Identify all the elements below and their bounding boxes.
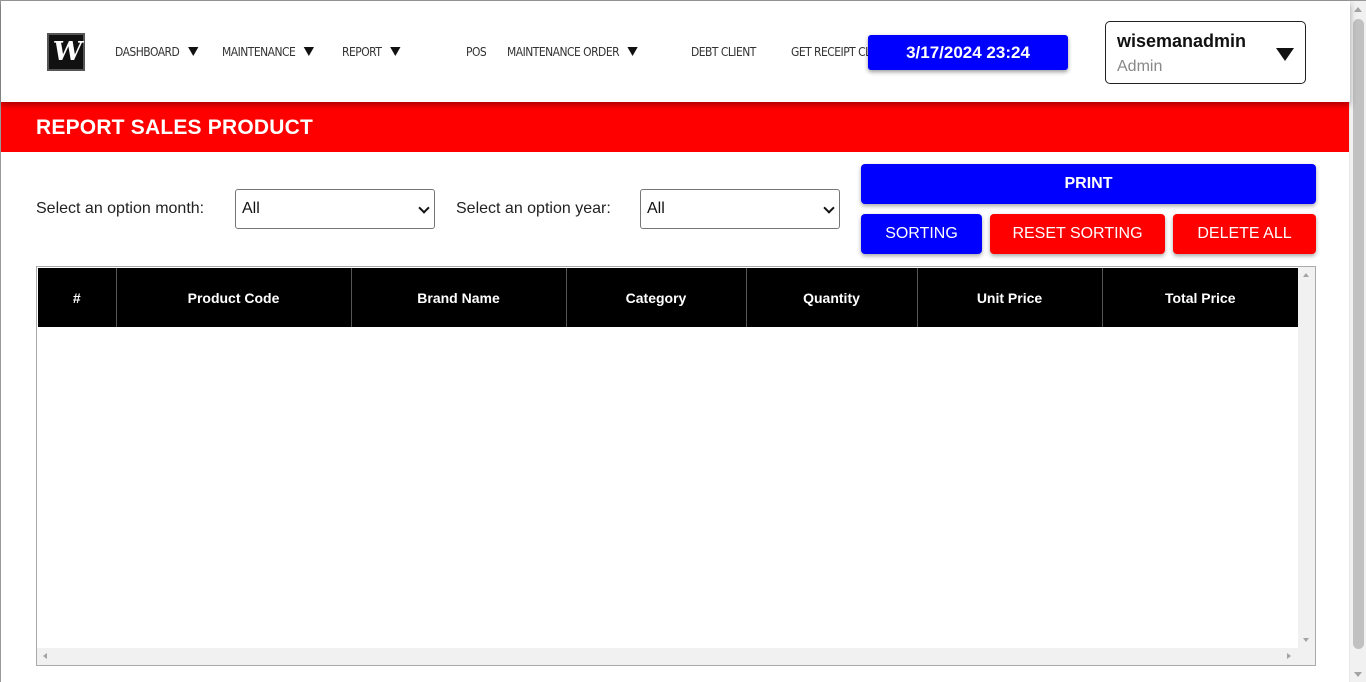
column-header-number[interactable]: # (38, 268, 117, 327)
app-window: W DASHBOARD MAINTENANCE REPORT POS MAINT… (0, 0, 1366, 682)
column-header-unit-price[interactable]: Unit Price (917, 268, 1103, 327)
column-header-total-price[interactable]: Total Price (1102, 268, 1298, 327)
scroll-up-icon[interactable] (1354, 7, 1362, 12)
chevron-down-icon (823, 202, 835, 214)
sales-table-container: # Product Code Brand Name Category Quant… (36, 266, 1316, 666)
logo-glyph: W (51, 37, 81, 67)
scroll-up-icon[interactable] (1303, 273, 1309, 277)
datetime-display: 3/17/2024 23:24 (868, 35, 1068, 70)
nav-pos-label: POS (466, 43, 487, 59)
year-filter-label: Select an option year: (456, 200, 611, 217)
top-navbar: W DASHBOARD MAINTENANCE REPORT POS MAINT… (1, 1, 1350, 102)
table-horizontal-scrollbar[interactable] (37, 648, 1315, 665)
scroll-right-icon[interactable] (1287, 653, 1291, 659)
page-title: REPORT SALES PRODUCT (36, 116, 314, 139)
nav-dashboard[interactable]: DASHBOARD (115, 44, 207, 59)
table-vertical-scrollbar[interactable] (1298, 267, 1315, 648)
month-filter-label: Select an option month: (36, 200, 205, 217)
scroll-left-icon[interactable] (43, 653, 47, 659)
user-role: Admin (1117, 58, 1163, 75)
column-header-product-code[interactable]: Product Code (116, 268, 352, 327)
column-header-brand-name[interactable]: Brand Name (351, 268, 567, 327)
column-header-category[interactable]: Category (566, 268, 747, 327)
nav-maintenance-label: MAINTENANCE (222, 43, 296, 59)
month-select-value: All (242, 200, 260, 217)
nav-pos[interactable]: POS (466, 44, 501, 59)
print-button[interactable]: PRINT (861, 164, 1316, 204)
nav-debt-client[interactable]: DEBT CLIENT (691, 44, 777, 59)
chevron-down-icon (389, 46, 401, 56)
page-vertical-scrollbar[interactable] (1349, 1, 1366, 682)
page-title-bar: REPORT SALES PRODUCT (1, 102, 1350, 152)
table-header-row: # Product Code Brand Name Category Quant… (38, 268, 1298, 327)
brand-logo[interactable]: W (47, 33, 85, 71)
nav-report-label: REPORT (342, 43, 382, 59)
nav-maintenance[interactable]: MAINTENANCE (222, 44, 325, 59)
delete-all-button[interactable]: DELETE ALL (1173, 214, 1316, 254)
chevron-down-icon (187, 46, 199, 56)
nav-report[interactable]: REPORT (342, 44, 449, 59)
nav-maintenance-order-label: MAINTENANCE ORDER (507, 43, 620, 59)
user-menu[interactable]: wisemanadmin Admin (1105, 21, 1306, 84)
user-name: wisemanadmin (1117, 31, 1247, 51)
nav-debt-client-label: DEBT CLIENT (691, 43, 756, 59)
main-nav: DASHBOARD MAINTENANCE REPORT POS MAINTEN… (115, 42, 921, 60)
scrollbar-thumb[interactable] (1353, 19, 1364, 649)
column-header-quantity[interactable]: Quantity (746, 268, 918, 327)
chevron-down-icon (418, 202, 430, 214)
scroll-down-icon[interactable] (1354, 672, 1362, 677)
chevron-down-icon (303, 46, 315, 56)
reset-sorting-button[interactable]: RESET SORTING (990, 214, 1165, 254)
year-select[interactable]: All (640, 189, 840, 229)
chevron-down-icon (1276, 48, 1294, 61)
scroll-down-icon[interactable] (1303, 638, 1309, 642)
sorting-button[interactable]: SORTING (861, 214, 982, 254)
sales-table: # Product Code Brand Name Category Quant… (38, 268, 1298, 327)
year-select-value: All (647, 200, 665, 217)
nav-maintenance-order[interactable]: MAINTENANCE ORDER (507, 44, 665, 59)
month-select[interactable]: All (235, 189, 435, 229)
chevron-down-icon (627, 46, 638, 56)
nav-dashboard-label: DASHBOARD (115, 43, 180, 59)
